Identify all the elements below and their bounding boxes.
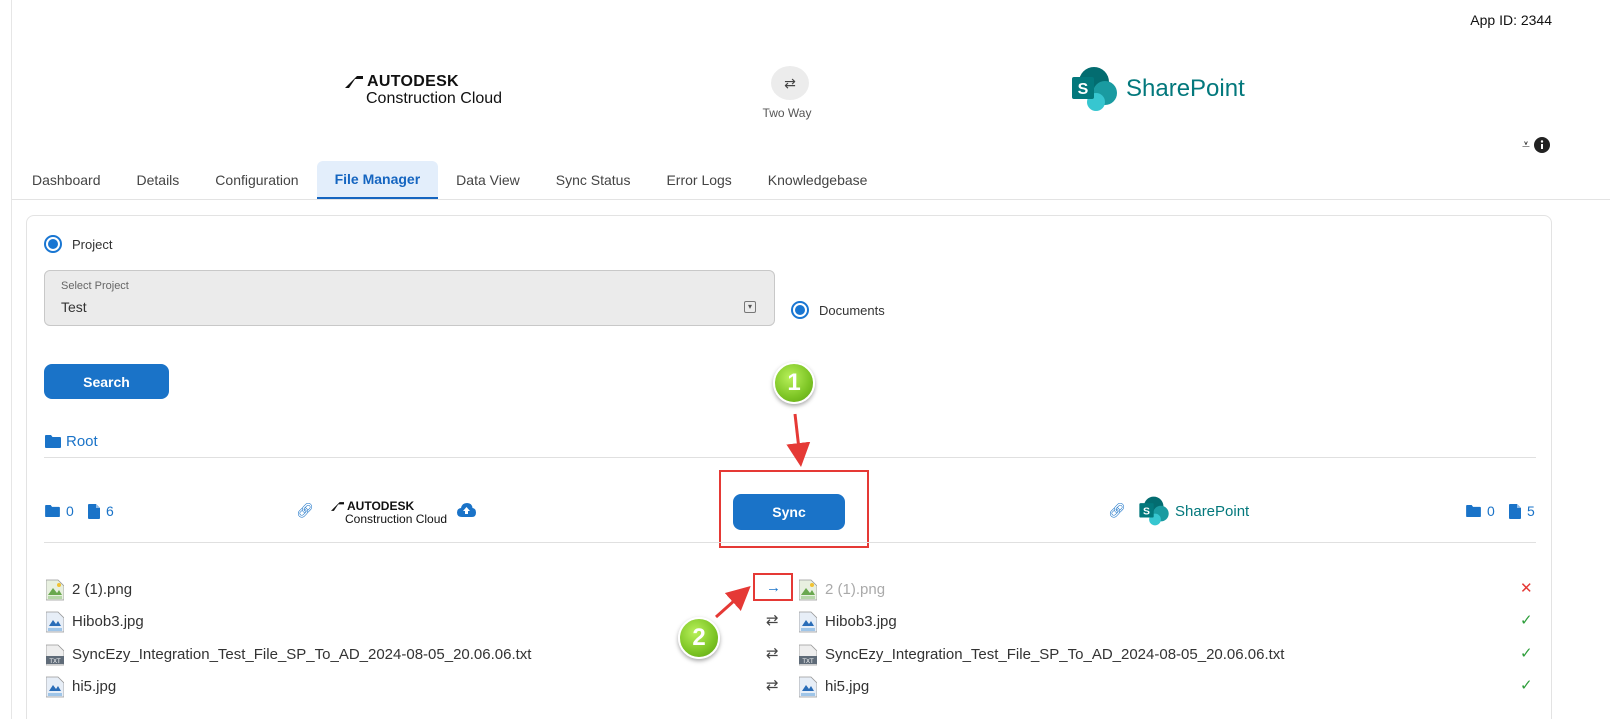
folder-icon — [1466, 505, 1481, 517]
sync-button[interactable]: Sync — [733, 494, 845, 530]
file-row[interactable]: TXT SyncEzy_Integration_Test_File_SP_To_… — [44, 642, 1536, 670]
autodesk-logo-small: AUTODESK Construction Cloud — [331, 500, 447, 526]
svg-text:TXT: TXT — [802, 659, 814, 665]
breadcrumb[interactable]: Root — [45, 433, 98, 450]
right-folder-count: 0 — [1466, 503, 1495, 519]
documents-radio[interactable] — [791, 301, 809, 319]
jpg-file-icon — [799, 611, 817, 633]
right-file-name[interactable]: Hibob3.jpg — [825, 613, 897, 630]
project-select[interactable]: Select Project Test ▾ — [44, 270, 775, 326]
tab-details[interactable]: Details — [119, 161, 198, 199]
folder-icon — [45, 435, 61, 448]
right-file-count: 5 — [1509, 503, 1535, 519]
info-icon[interactable] — [1533, 136, 1550, 153]
tab-dashboard[interactable]: Dashboard — [14, 161, 119, 199]
right-file-name[interactable]: SyncEzy_Integration_Test_File_SP_To_AD_2… — [825, 646, 1284, 663]
status-check-icon: ✓ — [1520, 645, 1533, 662]
autodesk-product-name: Construction Cloud — [366, 90, 503, 107]
right-file-name[interactable]: 2 (1).png — [825, 581, 885, 598]
status-check-icon: ✓ — [1520, 677, 1533, 694]
left-file-name[interactable]: Hibob3.jpg — [72, 613, 144, 630]
autodesk-mark-icon — [331, 501, 344, 511]
breadcrumb-root[interactable]: Root — [66, 433, 98, 450]
two-way-arrow-icon[interactable]: ⇄ — [766, 644, 779, 662]
png-file-icon — [46, 579, 64, 601]
project-radio[interactable] — [44, 235, 62, 253]
two-way-arrow-icon[interactable]: ⇄ — [766, 676, 779, 694]
two-way-arrow-icon[interactable]: ⇄ — [766, 611, 779, 629]
direction-callout-box — [753, 573, 793, 601]
sync-mode-label: Two Way — [762, 106, 812, 120]
sharepoint-logo-small: S SharePoint — [1139, 496, 1249, 526]
documents-radio-label: Documents — [819, 302, 885, 318]
tabs-divider — [12, 199, 1610, 200]
svg-text:S: S — [1143, 506, 1150, 517]
tab-configuration[interactable]: Configuration — [197, 161, 316, 199]
project-radio-label: Project — [72, 236, 113, 252]
divider — [44, 457, 1536, 458]
file-icon — [88, 503, 100, 519]
jpg-file-icon — [46, 611, 64, 633]
header-actions: ⩡ — [1522, 136, 1550, 153]
tab-knowledgebase[interactable]: Knowledgebase — [750, 161, 886, 199]
project-select-value: Test — [61, 299, 87, 315]
left-file-name[interactable]: SyncEzy_Integration_Test_File_SP_To_AD_2… — [72, 646, 531, 663]
dropdown-icon[interactable]: ▾ — [744, 301, 756, 313]
documents-radio-option[interactable]: Documents — [791, 301, 885, 319]
search-button[interactable]: Search — [44, 364, 169, 399]
sharepoint-wordmark: SharePoint — [1126, 75, 1245, 102]
txt-file-icon: TXT — [46, 644, 64, 666]
link-icon[interactable]: 🔗︎ — [1108, 502, 1126, 519]
jpg-file-icon — [46, 676, 64, 698]
sharepoint-mark-icon: S — [1139, 496, 1169, 526]
tab-error-logs[interactable]: Error Logs — [648, 161, 749, 199]
tab-file-manager[interactable]: File Manager — [316, 161, 439, 199]
sharepoint-mark-icon: S — [1072, 67, 1117, 111]
autodesk-logo: AUTODESK Construction Cloud — [345, 74, 502, 108]
left-file-count: 6 — [88, 503, 114, 519]
png-file-icon — [799, 579, 817, 601]
collapse-down-icon[interactable]: ⩡ — [1522, 136, 1530, 153]
file-icon — [1509, 503, 1521, 519]
app-id: App ID: 2344 — [1470, 12, 1552, 28]
tab-sync-status[interactable]: Sync Status — [538, 161, 649, 199]
jpg-file-icon — [799, 676, 817, 698]
swap-arrows-icon[interactable]: ⇄ — [771, 66, 809, 100]
right-file-name[interactable]: hi5.jpg — [825, 678, 869, 695]
callout-badge-1: 1 — [773, 362, 815, 404]
main-tabs: Dashboard Details Configuration File Man… — [14, 161, 885, 199]
autodesk-mark-icon — [345, 76, 363, 88]
left-file-name[interactable]: hi5.jpg — [72, 678, 116, 695]
svg-text:S: S — [1078, 81, 1089, 98]
project-radio-option[interactable]: Project — [44, 235, 112, 253]
left-folder-count: 0 — [45, 503, 74, 519]
folder-icon — [45, 505, 60, 517]
file-row[interactable]: hi5.jpg ⇄ hi5.jpg ✓ — [44, 674, 1536, 702]
project-select-label: Select Project — [61, 280, 129, 292]
brand-header: AUTODESK Construction Cloud ⇄ Two Way S … — [0, 60, 1610, 130]
status-error-icon: ✕ — [1520, 580, 1533, 597]
svg-text:TXT: TXT — [49, 659, 61, 665]
autodesk-wordmark: AUTODESK — [367, 73, 459, 90]
txt-file-icon: TXT — [799, 644, 817, 666]
divider — [44, 542, 1536, 543]
tab-data-view[interactable]: Data View — [438, 161, 538, 199]
sync-mode-indicator[interactable]: ⇄ Two Way — [763, 66, 814, 120]
link-icon[interactable]: 🔗︎ — [296, 502, 314, 519]
status-check-icon: ✓ — [1520, 612, 1533, 629]
callout-badge-2: 2 — [678, 617, 720, 659]
file-row[interactable]: Hibob3.jpg ⇄ Hibob3.jpg ✓ — [44, 609, 1536, 637]
sharepoint-logo: S SharePoint — [1072, 66, 1245, 112]
cloud-upload-icon[interactable] — [457, 503, 476, 517]
left-file-name[interactable]: 2 (1).png — [72, 581, 132, 598]
